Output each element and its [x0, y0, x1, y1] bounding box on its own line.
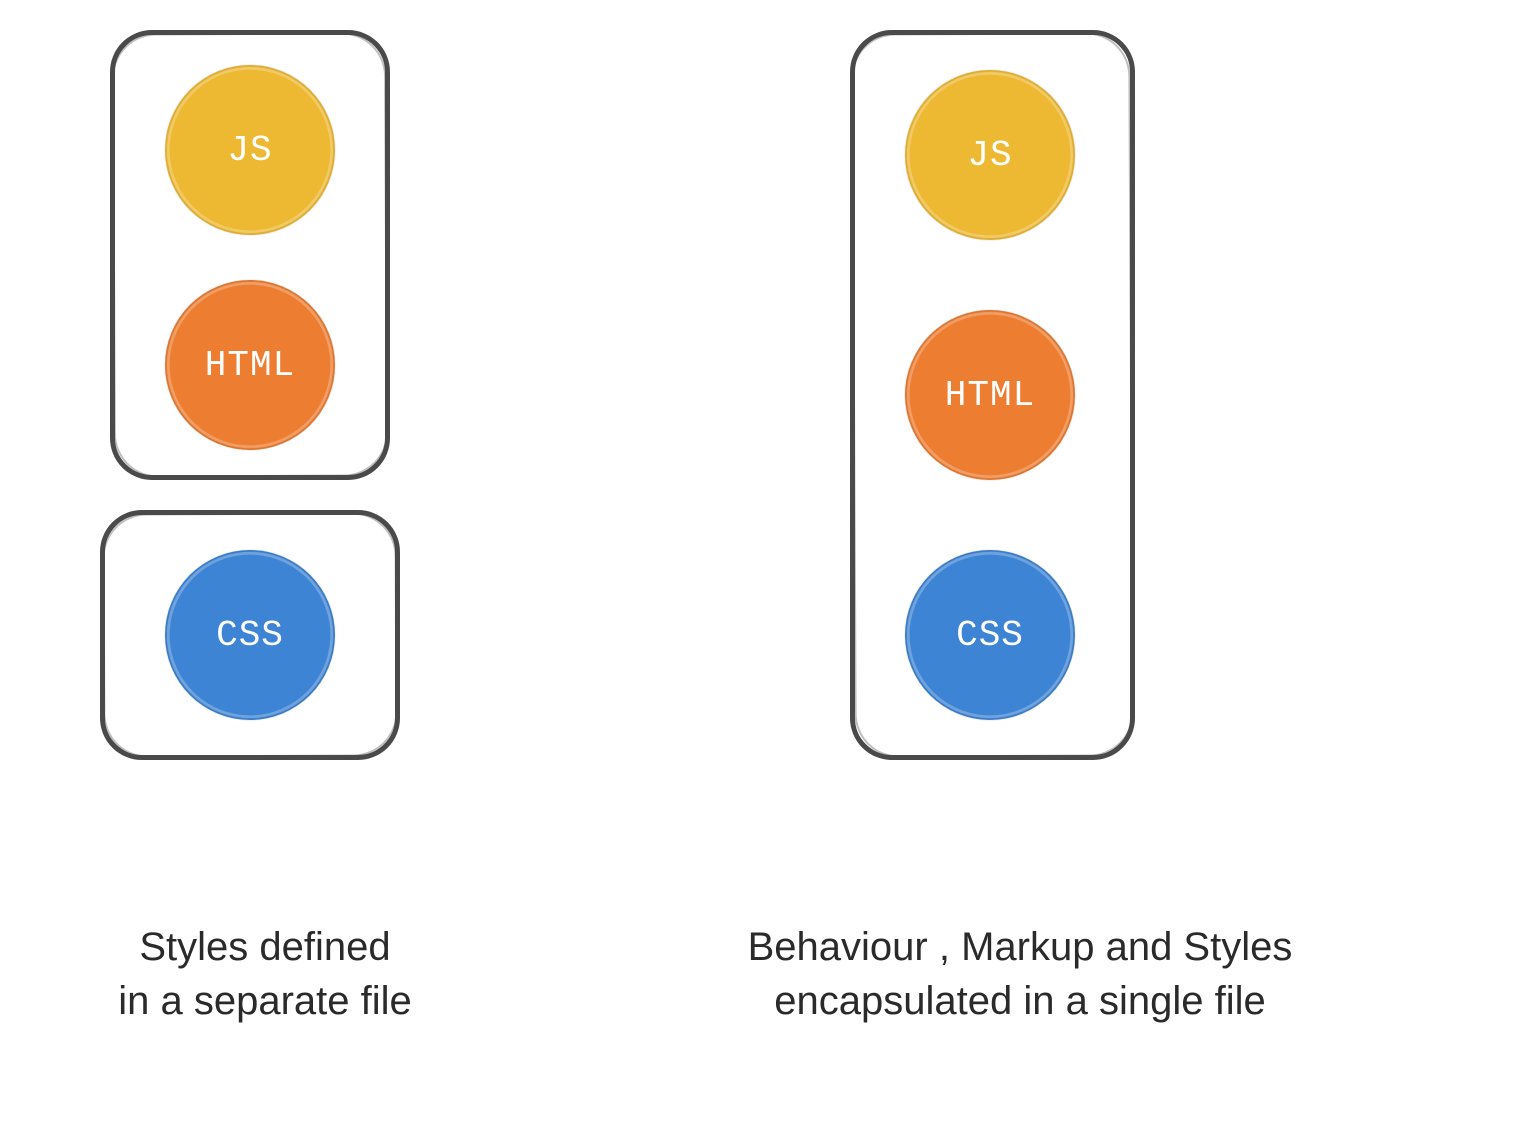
right-css-label: CSS [956, 615, 1024, 656]
left-js-circle: JS [165, 65, 335, 235]
left-html-circle: HTML [165, 280, 335, 450]
right-html-label: HTML [945, 375, 1035, 416]
right-js-circle: JS [905, 70, 1075, 240]
right-css-circle: CSS [905, 550, 1075, 720]
right-js-label: JS [967, 135, 1012, 176]
left-css-label: CSS [216, 615, 284, 656]
right-caption: Behaviour , Markup and Styles encapsulat… [670, 920, 1370, 1028]
left-css-circle: CSS [165, 550, 335, 720]
left-html-label: HTML [205, 345, 295, 386]
diagram-stage: JS HTML CSS Styles defined in a separate… [0, 0, 1536, 1131]
right-html-circle: HTML [905, 310, 1075, 480]
left-caption: Styles defined in a separate file [50, 920, 480, 1028]
left-js-label: JS [227, 130, 272, 171]
